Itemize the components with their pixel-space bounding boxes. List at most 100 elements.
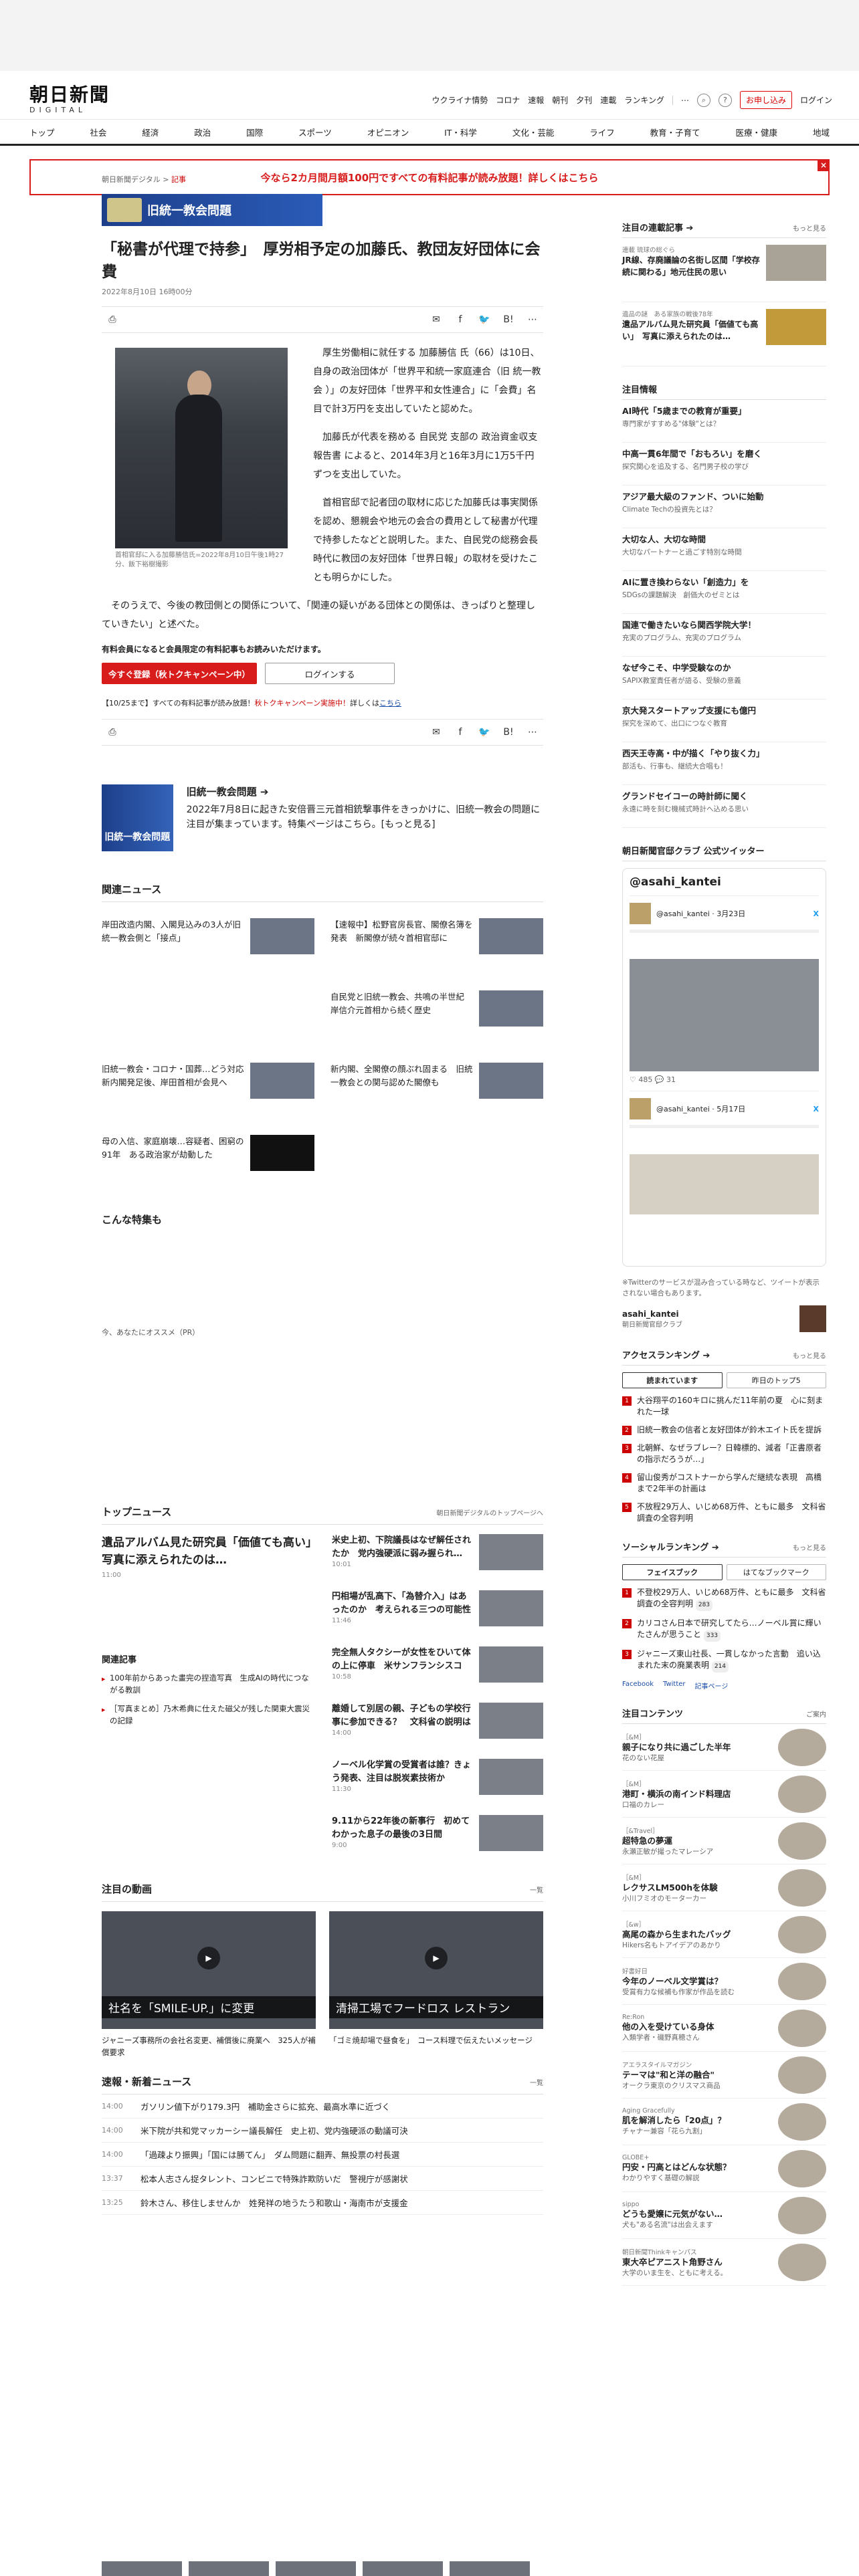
tab-yesterday-top5[interactable]: 昨日のトップ5 xyxy=(726,1372,826,1388)
more-share-icon[interactable]: ⋯ xyxy=(524,312,541,328)
carousel-thumbnail[interactable] xyxy=(102,2561,182,2576)
util-link-serial[interactable]: 連載 xyxy=(600,94,616,106)
register-button[interactable]: 今すぐ登録（秋トクキャンペーン中） xyxy=(102,663,257,684)
tweet-card[interactable]: @asahi_kantei · 5月17日 X xyxy=(630,1098,819,1214)
article-photo[interactable]: 首相官邸に入る加藤勝信氏=2022年8月10日午後1時27分、飯下裕樹撮影 xyxy=(115,348,296,570)
nav-item-region[interactable]: 地域 xyxy=(813,126,830,138)
related-news-item[interactable]: 自民党と旧統一教会、共鳴の半世紀 岸信介元首相から続く歴史 xyxy=(330,982,543,1055)
twitter-icon[interactable]: 🐦 xyxy=(476,312,492,328)
serial-title[interactable]: 注目の連載記事 ➔ xyxy=(622,221,693,233)
carousel-thumbnail[interactable] xyxy=(189,2561,269,2576)
ranking-more-link[interactable]: もっと見る xyxy=(793,1350,826,1360)
more-share-icon[interactable]: ⋯ xyxy=(524,724,541,740)
help-icon[interactable]: ? xyxy=(718,93,732,107)
top-page-link[interactable]: 朝日新聞デジタルのトップページへ xyxy=(436,1507,543,1517)
content-item[interactable]: Re:Ron 他の入を受けている身体 入類学者・磯野真穂さん xyxy=(622,2005,826,2052)
util-link-morning[interactable]: 朝刊 xyxy=(552,94,568,106)
social-ranking-item[interactable]: 3 ジャニーズ東山社長、一貫しなかった言動 追い込まれた末の廃業表明 214 xyxy=(622,1648,826,1673)
contents-more-link[interactable]: ご案内 xyxy=(806,1709,826,1719)
attention-item[interactable]: グランドセイコーの時計師に聞く 永遠に時を刻む機械式時計へ込める思い xyxy=(622,785,826,828)
related-news-item[interactable]: 新内閣、全閣僚の顔ぶれ固まる 旧統一教会との関与認めた閣僚も xyxy=(330,1055,543,1127)
social-ranking-title[interactable]: ソーシャルランキング ➔ xyxy=(622,1540,719,1553)
nav-item-culture[interactable]: 文化・芸能 xyxy=(512,126,555,138)
nav-item-it-science[interactable]: IT・科学 xyxy=(444,126,477,138)
attention-item[interactable]: なぜ今こそ、中学受験なのか SAPIX教室責任者が語る、受験の意義 xyxy=(622,657,826,700)
feature-promo[interactable]: 旧統一教会問題 旧統一教会問題 ➔ 2022年7月8日に起きた安倍晋三元首相銃撃… xyxy=(102,784,543,851)
tab-hatena[interactable]: はてなブックマーク xyxy=(726,1564,826,1580)
social-ranking-item[interactable]: 2 カリコさん日本で研究してたら…ノーベル賞に輝いたさんが思うこと 333 xyxy=(622,1618,826,1642)
breadcrumb-section[interactable]: 記事 xyxy=(171,175,186,184)
ranking-item[interactable]: 4 留山俊秀がコストナーから学んだ継続な表現 高橋まで2年半の計画は xyxy=(622,1472,826,1495)
top-news-item[interactable]: 円相場が乱高下、「為替介入」はあったのか 考えられる三つの可能性 11:46 xyxy=(332,1590,543,1646)
login-link[interactable]: ログイン xyxy=(800,94,832,106)
util-link-breaking[interactable]: 速報 xyxy=(528,94,544,106)
social-ranking-more-link[interactable]: もっと見る xyxy=(793,1542,826,1552)
breaking-item[interactable]: 14:00 米下院が共和党マッカーシー議長解任 史上初、党内強硬派の動議可決 xyxy=(102,2119,543,2143)
close-icon[interactable]: × xyxy=(818,159,830,171)
subscribe-button[interactable]: お申し込み xyxy=(739,91,792,109)
tab-most-read[interactable]: 読まれています xyxy=(622,1372,723,1388)
breaking-item[interactable]: 13:37 松本人志さん捉タレント、コンビニで特殊詐欺防いだ 警視庁が感謝状 xyxy=(102,2167,543,2191)
ranking-item[interactable]: 3 北朝鮮、なぜラブレー？日韓標的、減者「正書原者の指示だろうが…」 xyxy=(622,1442,826,1465)
carousel-thumbnail[interactable] xyxy=(450,2561,530,2576)
carousel-thumbnail[interactable] xyxy=(363,2561,443,2576)
more-icon[interactable]: ⋯ xyxy=(681,96,689,105)
mail-icon[interactable]: ✉ xyxy=(428,312,444,328)
tweet-image[interactable] xyxy=(630,959,819,1071)
videos-more-link[interactable]: 一覧 xyxy=(530,1885,543,1895)
facebook-link[interactable]: Facebook xyxy=(622,1681,654,1691)
top-news-item[interactable]: 9.11から22年後の新事行 初めてわかった息子の最後の3日間 9:00 xyxy=(332,1815,543,1871)
top-news-item[interactable]: 米史上初、下院議長はなぜ解任されたか 党内強硬派に弱み握られ… 10:01 xyxy=(332,1534,543,1590)
attention-item[interactable]: 中高一貫6年間で「おもろい」を磨く 探究関心を追及する、名門男子校の学び xyxy=(622,443,826,486)
content-item[interactable]: 朝日新聞Thinkキャンパス 東大卒ピアニスト角野さん 大学のいま生を、ともに考える… xyxy=(622,2239,826,2286)
feature-title[interactable]: 旧統一教会問題 ➔ xyxy=(187,784,543,798)
breaking-item[interactable]: 14:00 「過疎より振興」「国には勝てん」 ダム問題に翻弄、無投票の村長選 xyxy=(102,2143,543,2167)
serial-more-link[interactable]: もっと見る xyxy=(793,223,826,233)
content-item[interactable]: アエラスタイルマガジン テーマは"和と洋の融合" オークラ東京のクリスマス商品 xyxy=(622,2052,826,2099)
print-icon[interactable]: ⎙ xyxy=(104,312,120,328)
nav-item-society[interactable]: 社会 xyxy=(90,126,106,138)
related-news-item[interactable]: 【速報中】松野官房長官、閣僚名簿を発表 新閣僚が続々首相官邸に xyxy=(330,910,543,982)
content-item[interactable]: ［&M］ レクサスLM500hを体験 小川フミオのモーターカー xyxy=(622,1864,826,1911)
breadcrumb-site[interactable]: 朝日新聞デジタル xyxy=(102,175,161,184)
attention-item[interactable]: 大切な人、大切な時間 大切なパートナーと過ごす特別な時間 xyxy=(622,528,826,571)
attention-item[interactable]: アジア最大級のファンド、ついに始動 Climate Techの投資先とは？ xyxy=(622,486,826,528)
nav-item-education[interactable]: 教育・子育て xyxy=(650,126,700,138)
breaking-item[interactable]: 14:00 ガソリン値下がり179.3円 補助金さらに拡充、最高水準に近づく xyxy=(102,2095,543,2119)
serial-item[interactable]: 連載 琉球の総ぐら JR線、存廃議論の名街し区間「学校存続に関わる」地元住民の思い xyxy=(622,238,826,302)
nav-item-health[interactable]: 医療・健康 xyxy=(736,126,778,138)
login-button[interactable]: ログインする xyxy=(265,663,395,684)
nav-item-life[interactable]: ライフ xyxy=(589,126,615,138)
hatena-bookmark-icon[interactable]: B! xyxy=(500,312,516,328)
carousel-thumbnail[interactable] xyxy=(276,2561,356,2576)
promo-link[interactable]: こちら xyxy=(379,699,401,708)
nav-item-economy[interactable]: 経済 xyxy=(142,126,159,138)
ranking-item[interactable]: 1 大谷翔平の160キロに挑んだ11年前の夏 心に刻まれた一球 xyxy=(622,1395,826,1418)
nav-item-international[interactable]: 国際 xyxy=(246,126,263,138)
attention-item[interactable]: AIに置き換わらない「創造力」を SDGsの課題解決 創価大のゼミとは xyxy=(622,571,826,614)
breaking-item[interactable]: 13:25 鈴木さん、移住しませんか 姓発祥の地うたう和歌山・海南市が支援金 xyxy=(102,2191,543,2215)
tweet-card[interactable]: @asahi_kantei · 3月23日 X ♡ 485 💬 31 xyxy=(630,903,819,1091)
top-news-item[interactable]: 完全無人タクシーが女性をひいて体の上に停車 米サンフランシスコ 10:58 xyxy=(332,1646,543,1703)
video-card[interactable]: ▶ 清掃工場でフードロス レストラン 「ゴミ焼却場で昼食を」 コース料理で伝えたい… xyxy=(329,1911,543,2058)
article-page-link[interactable]: 記事ページ xyxy=(695,1681,729,1691)
serial-item[interactable]: 遺品の謎 ある家族の戦後78年 遺品アルバム見た研究員「価値ても高い」 写真に添え… xyxy=(622,302,826,366)
nav-item-sports[interactable]: スポーツ xyxy=(298,126,332,138)
breaking-more-link[interactable]: 一覧 xyxy=(530,2077,543,2087)
print-icon[interactable]: ⎙ xyxy=(104,724,120,740)
related-news-item[interactable]: 旧統一教会・コロナ・国葬…どう対応 新内閣発足後、岸田首相が会見へ xyxy=(102,1055,314,1127)
related-news-item[interactable]: 岸田改造内閣、入閣見込みの3人が旧統一教会側と「接点」 xyxy=(102,910,314,982)
nav-item-top[interactable]: トップ xyxy=(29,126,55,138)
content-item[interactable]: ［&w］ 高尾の森から生まれたバッグ Hikers名もトアイデアのあかり xyxy=(622,1911,826,1958)
search-icon[interactable]: ⌕ xyxy=(696,93,710,107)
topic-banner[interactable]: 旧統一教会問題 xyxy=(102,194,322,226)
top-news-related-item[interactable]: ［写真まとめ］乃木希典に仕えた磁父が残した関東大震災の記録 xyxy=(102,1703,316,1727)
twitter-icon[interactable]: 🐦 xyxy=(476,724,492,740)
related-news-item[interactable]: 母の入信、家庭崩壊…容疑者、困窮の91年 ある政治家が劫動した xyxy=(102,1127,314,1199)
util-link-ranking[interactable]: ランキング xyxy=(624,94,664,106)
util-link-corona[interactable]: コロナ xyxy=(496,94,520,106)
twitter-embed[interactable]: @asahi_kantei @asahi_kantei · 3月23日 X ♡ 4… xyxy=(622,868,826,1267)
attention-item[interactable]: 京大発スタートアップ支援にも億円 探究を深めて、出口につなぐ教育 xyxy=(622,700,826,742)
content-item[interactable]: Aging Gracefully 肌を解消したら「20点」？ チャナー兼容「花ら九割… xyxy=(622,2099,826,2145)
twitter-handle[interactable]: @asahi_kantei xyxy=(630,875,819,896)
